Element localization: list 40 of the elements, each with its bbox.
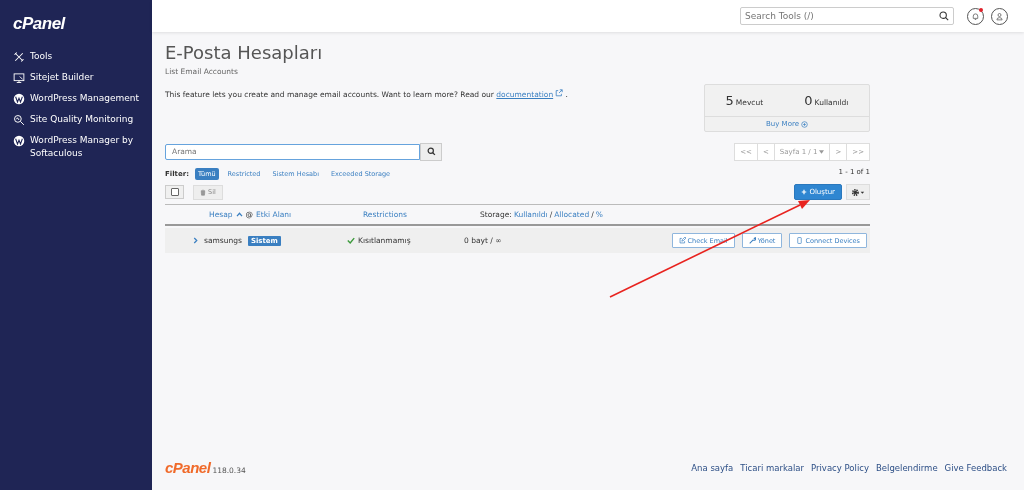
external-link-icon xyxy=(555,89,564,97)
expand-chevron-icon[interactable] xyxy=(193,237,198,244)
user-button[interactable] xyxy=(991,7,1008,25)
cpanel-logo: cPanel xyxy=(165,459,211,476)
cpanel-logo[interactable]: cPanel xyxy=(13,14,65,34)
magnifier-icon xyxy=(13,113,25,126)
monitor-icon xyxy=(13,71,25,84)
sort-caret-icon xyxy=(235,212,243,217)
edit-icon xyxy=(678,237,686,244)
footer-link[interactable]: Privacy Policy xyxy=(811,462,869,473)
page-title: E-Posta Hesapları xyxy=(165,42,324,64)
plus-circle-icon xyxy=(801,120,808,128)
search-icon xyxy=(939,11,949,21)
phone-icon xyxy=(796,237,804,244)
sidebar-item[interactable]: Tools xyxy=(13,50,149,63)
user-icon xyxy=(995,11,1004,21)
bell-icon xyxy=(971,11,980,21)
check-icon xyxy=(347,237,355,244)
search-tools-field[interactable]: Search Tools (/) xyxy=(740,7,954,25)
settings-button[interactable] xyxy=(846,184,870,200)
sidebar-item[interactable]: WordPress Management xyxy=(13,92,149,105)
sidebar-item[interactable]: Sitejet Builder xyxy=(13,71,149,84)
sidebar-item[interactable]: Site Quality Monitoring xyxy=(13,113,149,126)
footer-link[interactable]: Give Feedback xyxy=(944,462,1007,473)
gear-icon xyxy=(851,187,865,197)
plus-icon xyxy=(801,189,808,195)
tools-icon xyxy=(13,50,25,63)
footer-link[interactable]: Ticari markalar xyxy=(740,462,805,473)
search-button[interactable] xyxy=(420,142,442,161)
sidebar-item[interactable]: WordPress Manager by Softaculous xyxy=(13,134,149,160)
footer-link[interactable]: Ana sayfa xyxy=(691,462,734,473)
footer-link[interactable]: Belgelendirme xyxy=(875,462,938,473)
wordpress-icon xyxy=(13,134,25,147)
caret-icon xyxy=(819,150,825,154)
notifications-button[interactable] xyxy=(967,7,984,25)
select-all-checkbox[interactable] xyxy=(165,184,184,199)
search-icon xyxy=(426,147,436,156)
wrench-icon xyxy=(748,237,756,244)
trash-icon xyxy=(200,188,206,196)
wordpress-icon xyxy=(13,92,25,105)
